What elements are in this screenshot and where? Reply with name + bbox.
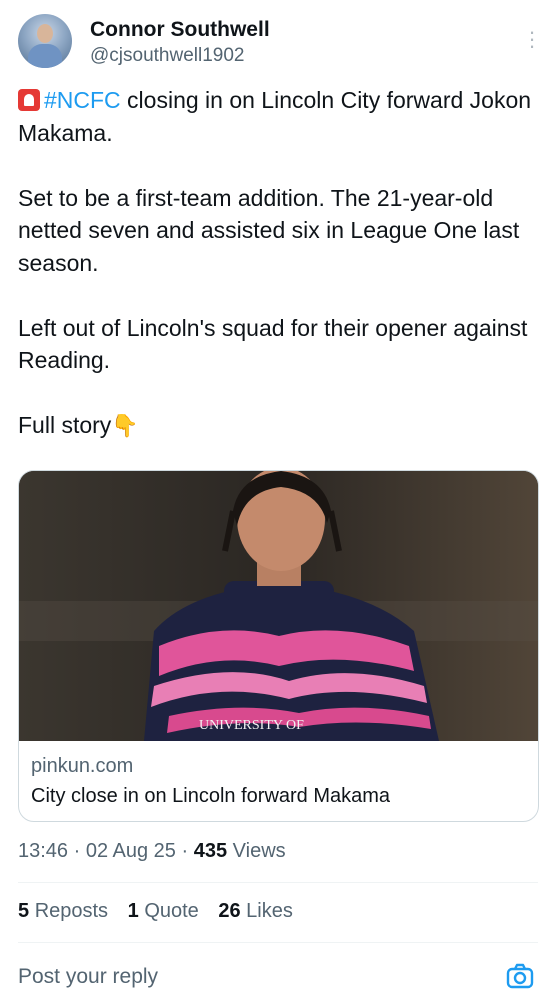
likes-count: 26 bbox=[218, 900, 241, 922]
tweet-time[interactable]: 13:46 bbox=[18, 840, 68, 862]
tweet-paragraph-4: Full story👇 bbox=[18, 409, 540, 443]
shirt-sponsor-text: UNIVERSITY OF bbox=[199, 718, 304, 733]
tweet-header: Connor Southwell @cjsouthwell1902 · · · bbox=[18, 14, 538, 70]
engagement-stats: 5 Reposts 1 Quote 26 Likes bbox=[18, 900, 307, 923]
divider bbox=[18, 942, 538, 943]
divider bbox=[18, 882, 538, 883]
quotes-label: Quote bbox=[144, 900, 199, 922]
reposts-stat[interactable]: 5 Reposts bbox=[18, 900, 108, 922]
quotes-stat[interactable]: 1 Quote bbox=[128, 900, 199, 922]
views-count: 435 bbox=[193, 840, 228, 862]
reposts-label: Reposts bbox=[34, 900, 109, 922]
camera-icon[interactable] bbox=[506, 962, 534, 990]
more-options-icon[interactable]: · · · bbox=[528, 21, 536, 57]
pointing-down-icon: 👇 bbox=[111, 413, 139, 438]
quotes-count: 1 bbox=[127, 900, 139, 922]
author-avatar[interactable] bbox=[18, 14, 72, 68]
tweet-paragraph-3: Left out of Lincoln's squad for their op… bbox=[18, 314, 528, 374]
author-name[interactable]: Connor Southwell bbox=[90, 18, 270, 42]
reply-input[interactable]: Post your reply bbox=[18, 965, 158, 989]
hashtag-link[interactable]: #NCFC bbox=[44, 87, 121, 113]
card-image[interactable]: UNIVERSITY OF bbox=[19, 471, 538, 741]
siren-icon bbox=[18, 89, 40, 111]
full-story-label: Full story bbox=[18, 412, 112, 438]
likes-label: Likes bbox=[246, 900, 293, 922]
reposts-count: 5 bbox=[18, 900, 30, 922]
link-card[interactable]: UNIVERSITY OF pinkun.com City close in o… bbox=[18, 470, 539, 822]
views-label: Views bbox=[232, 840, 286, 862]
card-domain[interactable]: pinkun.com bbox=[31, 755, 133, 778]
player-photo: UNIVERSITY OF bbox=[19, 471, 538, 741]
tweet-paragraph-1: #NCFC closing in on Lincoln City forward… bbox=[18, 84, 540, 149]
tweet-paragraph-2: Set to be a first-team addition. The 21-… bbox=[18, 184, 520, 276]
tweet-text: #NCFC closing in on Lincoln City forward… bbox=[18, 84, 540, 475]
tweet-meta: 13:46 · 02 Aug 25 · 435 Views bbox=[18, 840, 286, 862]
tweet-date[interactable]: 02 Aug 25 bbox=[86, 840, 176, 862]
author-handle[interactable]: @cjsouthwell1902 bbox=[90, 44, 245, 68]
card-title[interactable]: City close in on Lincoln forward Makama bbox=[31, 785, 390, 808]
likes-stat[interactable]: 26 Likes bbox=[218, 900, 293, 922]
